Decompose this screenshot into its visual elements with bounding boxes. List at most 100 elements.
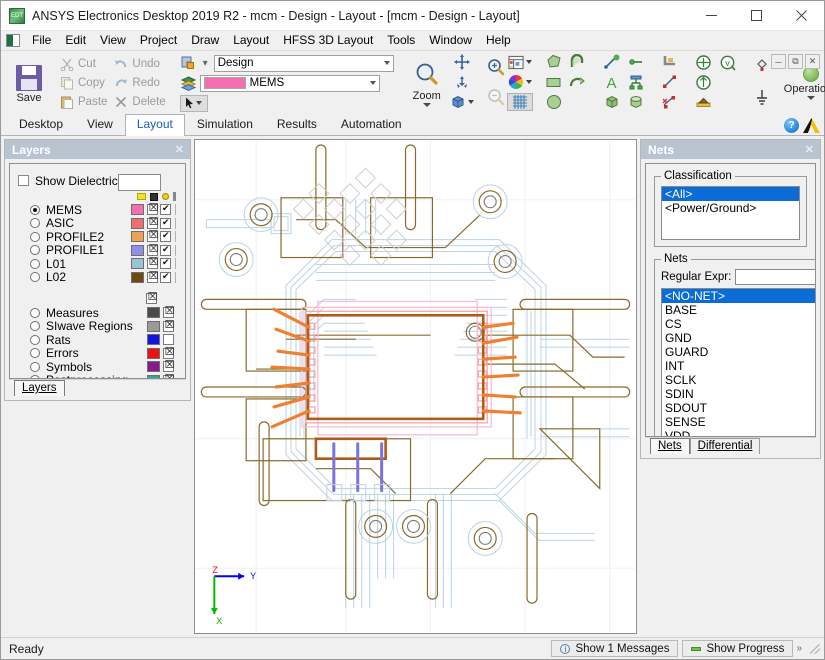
draw-arc-button[interactable]	[566, 54, 590, 70]
net-item-sdout[interactable]: SDOUT	[662, 401, 815, 415]
delete-button[interactable]: Delete	[112, 93, 170, 111]
layer-selectable-checkbox[interactable]	[160, 231, 171, 243]
tab-layout[interactable]: Layout	[124, 114, 185, 136]
layout-view-button[interactable]	[508, 55, 532, 70]
paste-button[interactable]: Paste	[58, 93, 112, 111]
zoom-caret-icon[interactable]	[422, 102, 431, 107]
layer-color-swatch[interactable]	[131, 217, 144, 229]
design-object-icon[interactable]	[179, 54, 197, 72]
layer-selectable-checkbox[interactable]	[160, 271, 171, 283]
layer-color-swatch[interactable]	[147, 320, 160, 332]
corner-button[interactable]	[658, 54, 682, 70]
draw-curve-button[interactable]	[566, 75, 590, 89]
pan-4way-button[interactable]	[450, 54, 474, 70]
net-item-int[interactable]: INT	[662, 359, 815, 373]
layer-row-profile2[interactable]: PROFILE2	[10, 230, 185, 244]
layer-radio[interactable]	[30, 334, 40, 345]
tab-simulation[interactable]: Simulation	[185, 114, 265, 135]
layer-color-swatch[interactable]	[147, 361, 160, 373]
layer-radio[interactable]	[30, 258, 40, 269]
layer-visible-checkbox[interactable]	[163, 334, 174, 346]
help-icon[interactable]: ?	[784, 118, 799, 133]
layer-radio[interactable]	[30, 361, 40, 372]
layer-color-swatch[interactable]	[131, 231, 144, 243]
tab-view[interactable]: View	[75, 114, 125, 135]
mdi-restore-button[interactable]: ⧉	[788, 54, 803, 69]
port-plus-button[interactable]	[692, 54, 716, 71]
view-cube-button[interactable]	[450, 94, 474, 110]
layer-selectable-checkbox[interactable]	[160, 217, 171, 229]
layer-row-l01[interactable]: L01	[10, 257, 185, 271]
layers-stack-icon[interactable]	[179, 74, 197, 92]
layer-row-profile1[interactable]: PROFILE1	[10, 243, 185, 257]
save-button[interactable]: Save	[6, 52, 52, 114]
show-dielectric-row[interactable]: Show Dielectric	[10, 164, 185, 191]
menu-help[interactable]: Help	[479, 31, 518, 50]
layer-color-swatch[interactable]	[147, 334, 160, 346]
layer-visible-checkbox[interactable]	[147, 244, 159, 256]
maximize-button[interactable]	[734, 1, 779, 31]
layer-selectable-checkbox[interactable]	[160, 244, 171, 256]
layer-visible-checkbox[interactable]	[147, 204, 159, 216]
solid-3d-button[interactable]	[600, 94, 624, 110]
menu-window[interactable]: Window	[422, 31, 479, 50]
menu-layout[interactable]: Layout	[226, 31, 276, 50]
tab-results[interactable]: Results	[265, 114, 329, 135]
resize-grip[interactable]	[810, 643, 820, 654]
close-button[interactable]	[779, 1, 824, 31]
rotate-button[interactable]	[450, 74, 474, 90]
dielectric-color-preview[interactable]	[118, 174, 161, 191]
design-combo[interactable]: Design	[213, 54, 394, 72]
color-wheel-button[interactable]	[508, 74, 532, 90]
layer-radio[interactable]	[30, 204, 40, 215]
expand-status-icon[interactable]: »	[793, 643, 805, 654]
wave-port-button[interactable]: v	[716, 54, 740, 71]
draw-polygon-button[interactable]	[542, 54, 566, 70]
menu-draw[interactable]: Draw	[184, 31, 226, 50]
measure-line-button[interactable]	[600, 54, 624, 70]
tab-layers[interactable]: Layers	[14, 380, 65, 396]
layer-row-measures[interactable]: Measures	[10, 306, 185, 320]
port-single-button[interactable]	[692, 74, 716, 91]
net-item-gnd[interactable]: GND	[662, 331, 815, 345]
nets-listbox[interactable]: <NO-NET> BASE CS GND GUARD INT SCLK SDIN…	[661, 288, 815, 436]
classification-listbox[interactable]: <All> <Power/Ground>	[661, 186, 800, 240]
close-icon[interactable]: ✕	[175, 143, 184, 156]
menu-project[interactable]: Project	[133, 31, 184, 50]
menu-file[interactable]: File	[25, 31, 58, 50]
show-progress-button[interactable]: Show Progress	[682, 640, 794, 657]
layout-canvas[interactable]: Y X Z	[194, 139, 637, 634]
design-icon-caret[interactable]: ▾	[200, 58, 211, 69]
net-item-base[interactable]: BASE	[662, 303, 815, 317]
layer-row-errors[interactable]: Errors	[10, 346, 185, 360]
layer-visible-checkbox[interactable]	[163, 307, 175, 319]
layout-drawing[interactable]: Y X Z	[195, 140, 636, 633]
layer-radio[interactable]	[30, 231, 40, 242]
layer-color-swatch[interactable]	[131, 271, 144, 283]
menu-hfss-3d-layout[interactable]: HFSS 3D Layout	[276, 31, 380, 50]
select-mode-button[interactable]	[179, 94, 208, 112]
layer-visible-checkbox[interactable]	[147, 258, 159, 270]
classification-item-power-ground[interactable]: <Power/Ground>	[662, 201, 799, 215]
text-button[interactable]: A	[600, 74, 624, 90]
tab-desktop[interactable]: Desktop	[7, 114, 75, 135]
net-item-sclk[interactable]: SCLK	[662, 373, 815, 387]
redo-button[interactable]: Redo	[112, 74, 170, 92]
layer-radio[interactable]	[30, 348, 40, 359]
layer-radio[interactable]	[30, 218, 40, 229]
layer-row-asic[interactable]: ASIC	[10, 216, 185, 230]
layer-row-siwave-regions[interactable]: SIwave Regions	[10, 319, 185, 333]
layer-visible-checkbox[interactable]	[163, 374, 175, 378]
layer-row-rats[interactable]: Rats	[10, 333, 185, 347]
layer-visible-checkbox[interactable]	[163, 347, 175, 359]
net-item-cs[interactable]: CS	[662, 317, 815, 331]
net-item-no-net[interactable]: <NO-NET>	[662, 289, 815, 303]
component-3d-button[interactable]	[624, 94, 648, 110]
mdi-close-button[interactable]: ✕	[805, 54, 820, 69]
layer-visible-checkbox[interactable]	[147, 231, 159, 243]
pin-button[interactable]	[624, 54, 648, 70]
layer-color-swatch[interactable]	[131, 244, 144, 256]
layer-selectable-checkbox[interactable]	[160, 204, 171, 216]
layer-radio[interactable]	[30, 245, 40, 256]
minimize-button[interactable]	[689, 1, 734, 31]
